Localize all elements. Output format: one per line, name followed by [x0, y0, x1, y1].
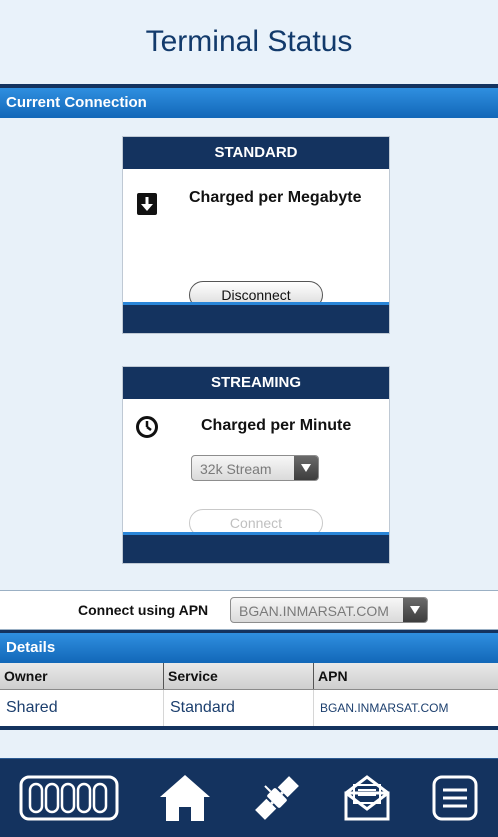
home-icon[interactable]: [158, 773, 212, 823]
column-header-apn: APN: [313, 663, 498, 690]
satellite-icon[interactable]: [250, 771, 304, 825]
table-header-row: Owner Service APN: [0, 663, 498, 690]
streaming-card-title: STREAMING: [123, 367, 389, 399]
bottom-nav: [0, 758, 498, 837]
mail-icon[interactable]: [342, 773, 392, 823]
stream-rate-select[interactable]: 32k Stream: [191, 455, 319, 481]
column-header-service: Service: [163, 663, 314, 690]
current-connection-header: Current Connection: [0, 88, 498, 118]
signal-bars-icon[interactable]: [19, 773, 119, 823]
terminal-status-screen: Terminal Status Current Connection STAND…: [0, 0, 498, 837]
download-icon: [137, 193, 157, 215]
table-row: Shared Standard BGAN.INMARSAT.COM: [0, 689, 498, 726]
apn-select[interactable]: BGAN.INMARSAT.COM: [230, 597, 428, 623]
apn-cell: BGAN.INMARSAT.COM: [320, 701, 449, 715]
chevron-down-icon: [294, 456, 318, 480]
standard-card-title: STANDARD: [123, 137, 389, 169]
streaming-charge-text: Charged per Minute: [201, 417, 352, 434]
streaming-card-footer: [123, 532, 389, 563]
details-table: Owner Service APN Shared Standard BGAN.I…: [0, 663, 498, 726]
connection-panel: STANDARD Charged per Megabyte Disconnect…: [0, 118, 498, 591]
details-header: Details: [0, 630, 498, 663]
standard-card: STANDARD Charged per Megabyte Disconnect: [122, 136, 390, 334]
standard-card-footer: [123, 302, 389, 333]
apn-label: Connect using APN: [78, 602, 209, 618]
apn-value: BGAN.INMARSAT.COM: [239, 603, 389, 619]
stream-rate-value: 32k Stream: [200, 461, 272, 477]
owner-cell: Shared: [0, 689, 164, 726]
column-header-owner: Owner: [0, 663, 164, 690]
standard-charge-text: Charged per Megabyte: [189, 189, 362, 206]
apn-row: Connect using APN BGAN.INMARSAT.COM: [0, 591, 498, 630]
streaming-card: STREAMING Charged per Minute 32k Stream …: [122, 366, 390, 564]
table-bottom-border: [0, 726, 498, 730]
page-title: Terminal Status: [0, 0, 498, 88]
service-cell: Standard: [163, 689, 314, 726]
clock-icon: [136, 416, 158, 438]
chevron-down-icon: [403, 598, 427, 622]
menu-icon[interactable]: [431, 774, 479, 822]
